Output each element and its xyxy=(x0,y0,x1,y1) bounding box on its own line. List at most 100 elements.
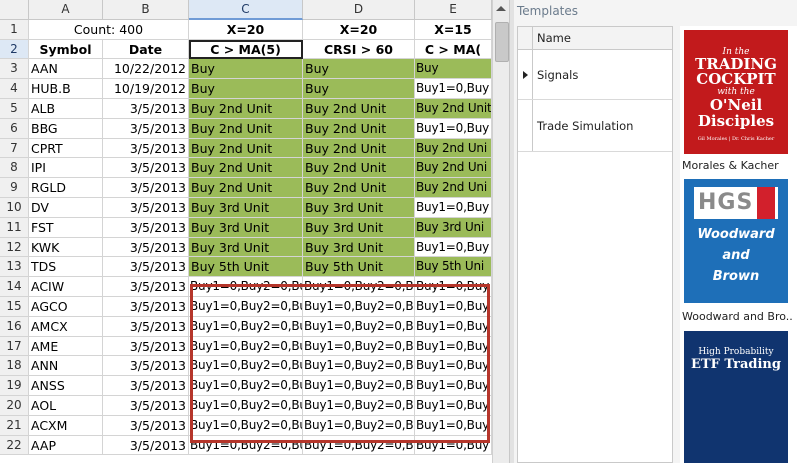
symbol-cell[interactable]: RGLD xyxy=(29,178,103,198)
signal-cell-c[interactable]: Buy 3rd Unit xyxy=(189,197,303,218)
book-cover-woodward-brown[interactable]: HGS Woodward and Brown xyxy=(684,179,788,303)
header-e2[interactable]: C > MA( xyxy=(415,39,492,60)
signal-cell-c[interactable]: Buy1=0,Buy2=0,Bu xyxy=(189,277,303,297)
row-header[interactable]: 14 xyxy=(0,277,29,297)
date-cell[interactable]: 3/5/2013 xyxy=(103,376,189,396)
signal-cell-c[interactable]: Buy1=0,Buy2=0,Bu xyxy=(189,376,303,396)
signal-cell-c[interactable]: Buy1=0,Buy2=0,Bu xyxy=(189,435,303,456)
cell-e1[interactable]: X=15 xyxy=(415,19,492,40)
symbol-cell[interactable]: AOL xyxy=(29,395,103,416)
signal-cell-e[interactable]: Buy1=0,Buy xyxy=(415,79,492,99)
symbol-cell[interactable]: AGCO xyxy=(29,296,103,317)
signal-cell-d[interactable]: Buy1=0,Buy2=0,Bu xyxy=(303,376,415,396)
signal-cell-e[interactable]: Buy1=0,Buy xyxy=(415,118,492,139)
select-all-corner[interactable] xyxy=(0,0,29,20)
signal-cell-c[interactable]: Buy 2nd Unit xyxy=(189,158,303,179)
date-cell[interactable]: 10/19/2012 xyxy=(103,79,189,99)
signal-cell-e[interactable]: Buy1=0,Buy xyxy=(415,376,492,396)
template-item-trade-simulation[interactable]: Trade Simulation xyxy=(518,100,672,152)
selected-cell-c2[interactable]: C > MA(5) xyxy=(189,39,303,60)
date-cell[interactable]: 3/5/2013 xyxy=(103,257,189,278)
date-cell[interactable]: 3/5/2013 xyxy=(103,356,189,377)
book-cover-trading-cockpit[interactable]: In the TRADING COCKPIT with the O'Neil D… xyxy=(684,30,788,154)
date-cell[interactable]: 3/5/2013 xyxy=(103,435,189,456)
header-d2[interactable]: CRSI > 60 xyxy=(303,39,415,60)
date-cell[interactable]: 3/5/2013 xyxy=(103,217,189,238)
symbol-cell[interactable]: BBG xyxy=(29,118,103,139)
signal-cell-c[interactable]: Buy 3rd Unit xyxy=(189,217,303,238)
date-cell[interactable]: 3/5/2013 xyxy=(103,118,189,139)
signal-cell-c[interactable]: Buy1=0,Buy2=0,Bu xyxy=(189,336,303,357)
signal-cell-c[interactable]: Buy1=0,Buy2=0,Bu xyxy=(189,356,303,377)
header-symbol[interactable]: Symbol xyxy=(29,39,103,60)
count-cell[interactable]: Count: 400 xyxy=(29,19,189,40)
date-cell[interactable]: 3/5/2013 xyxy=(103,316,189,337)
signal-cell-e[interactable]: Buy1=0,Buy xyxy=(415,415,492,436)
signal-cell-e[interactable]: Buy 2nd Unit xyxy=(415,98,492,119)
date-cell[interactable]: 3/5/2013 xyxy=(103,237,189,258)
row-header[interactable]: 18 xyxy=(0,356,29,377)
signal-cell-e[interactable]: Buy 5th Uni xyxy=(415,257,492,278)
column-header-b[interactable]: B xyxy=(103,0,189,20)
signal-cell-e[interactable]: Buy1=0,Buy xyxy=(415,277,492,297)
signal-cell-d[interactable]: Buy xyxy=(303,79,415,99)
signal-cell-d[interactable]: Buy 3rd Unit xyxy=(303,217,415,238)
date-cell[interactable]: 3/5/2013 xyxy=(103,395,189,416)
row-header[interactable]: 20 xyxy=(0,395,29,416)
row-header-2[interactable]: 2 xyxy=(0,39,29,60)
symbol-cell[interactable]: IPI xyxy=(29,158,103,179)
symbol-cell[interactable]: ALB xyxy=(29,98,103,119)
symbol-cell[interactable]: ANSS xyxy=(29,376,103,396)
signal-cell-d[interactable]: Buy1=0,Buy2=0,Bu xyxy=(303,415,415,436)
date-cell[interactable]: 3/5/2013 xyxy=(103,98,189,119)
signal-cell-e[interactable]: Buy1=0,Buy xyxy=(415,296,492,317)
cell-c1[interactable]: X=20 xyxy=(189,19,303,40)
symbol-cell[interactable]: HUB.B xyxy=(29,79,103,99)
date-cell[interactable]: 3/5/2013 xyxy=(103,158,189,179)
signal-cell-c[interactable]: Buy1=0,Buy2=0,Bu xyxy=(189,316,303,337)
scroll-up-icon[interactable] xyxy=(496,6,506,11)
name-column-header[interactable]: Name xyxy=(533,27,571,49)
row-header[interactable]: 19 xyxy=(0,376,29,396)
signal-cell-e[interactable]: Buy1=0,Buy xyxy=(415,336,492,357)
signal-cell-d[interactable]: Buy xyxy=(303,59,415,80)
signal-cell-e[interactable]: Buy1=0,Buy xyxy=(415,356,492,377)
symbol-cell[interactable]: TDS xyxy=(29,257,103,278)
signal-cell-d[interactable]: Buy 2nd Unit xyxy=(303,118,415,139)
signal-cell-d[interactable]: Buy1=0,Buy2=0,Bu xyxy=(303,435,415,456)
signal-cell-e[interactable]: Buy1=0,Buy xyxy=(415,197,492,218)
row-header[interactable]: 13 xyxy=(0,257,29,278)
signal-cell-d[interactable]: Buy 2nd Unit xyxy=(303,98,415,119)
date-cell[interactable]: 3/5/2013 xyxy=(103,197,189,218)
sheet-vertical-scrollbar[interactable] xyxy=(492,0,509,463)
date-cell[interactable]: 3/5/2013 xyxy=(103,178,189,198)
signal-cell-e[interactable]: Buy1=0,Buy xyxy=(415,316,492,337)
date-cell[interactable]: 3/5/2013 xyxy=(103,415,189,436)
signal-cell-d[interactable]: Buy 2nd Unit xyxy=(303,158,415,179)
symbol-cell[interactable]: KWK xyxy=(29,237,103,258)
signal-cell-d[interactable]: Buy 5th Unit xyxy=(303,257,415,278)
signal-cell-c[interactable]: Buy1=0,Buy2=0,Bu xyxy=(189,415,303,436)
row-header[interactable]: 7 xyxy=(0,138,29,159)
signal-cell-e[interactable]: Buy 2nd Uni xyxy=(415,158,492,179)
signal-cell-c[interactable]: Buy 2nd Unit xyxy=(189,138,303,159)
symbol-cell[interactable]: ACIW xyxy=(29,277,103,297)
row-header[interactable]: 12 xyxy=(0,237,29,258)
row-header[interactable]: 5 xyxy=(0,98,29,119)
signal-cell-e[interactable]: Buy 3rd Uni xyxy=(415,217,492,238)
row-header[interactable]: 17 xyxy=(0,336,29,357)
column-header-d[interactable]: D xyxy=(303,0,415,20)
row-header[interactable]: 6 xyxy=(0,118,29,139)
signal-cell-d[interactable]: Buy1=0,Buy2=0,Bu xyxy=(303,277,415,297)
row-header[interactable]: 9 xyxy=(0,178,29,198)
signal-cell-c[interactable]: Buy 5th Unit xyxy=(189,257,303,278)
row-header[interactable]: 8 xyxy=(0,158,29,179)
symbol-cell[interactable]: CPRT xyxy=(29,138,103,159)
cell-d1[interactable]: X=20 xyxy=(303,19,415,40)
signal-cell-d[interactable]: Buy1=0,Buy2=0,Bu xyxy=(303,296,415,317)
signal-cell-d[interactable]: Buy 2nd Unit xyxy=(303,138,415,159)
signal-cell-d[interactable]: Buy1=0,Buy2=0,Bu xyxy=(303,395,415,416)
header-date[interactable]: Date xyxy=(103,39,189,60)
column-header-e[interactable]: E xyxy=(415,0,492,20)
signal-cell-c[interactable]: Buy xyxy=(189,59,303,80)
